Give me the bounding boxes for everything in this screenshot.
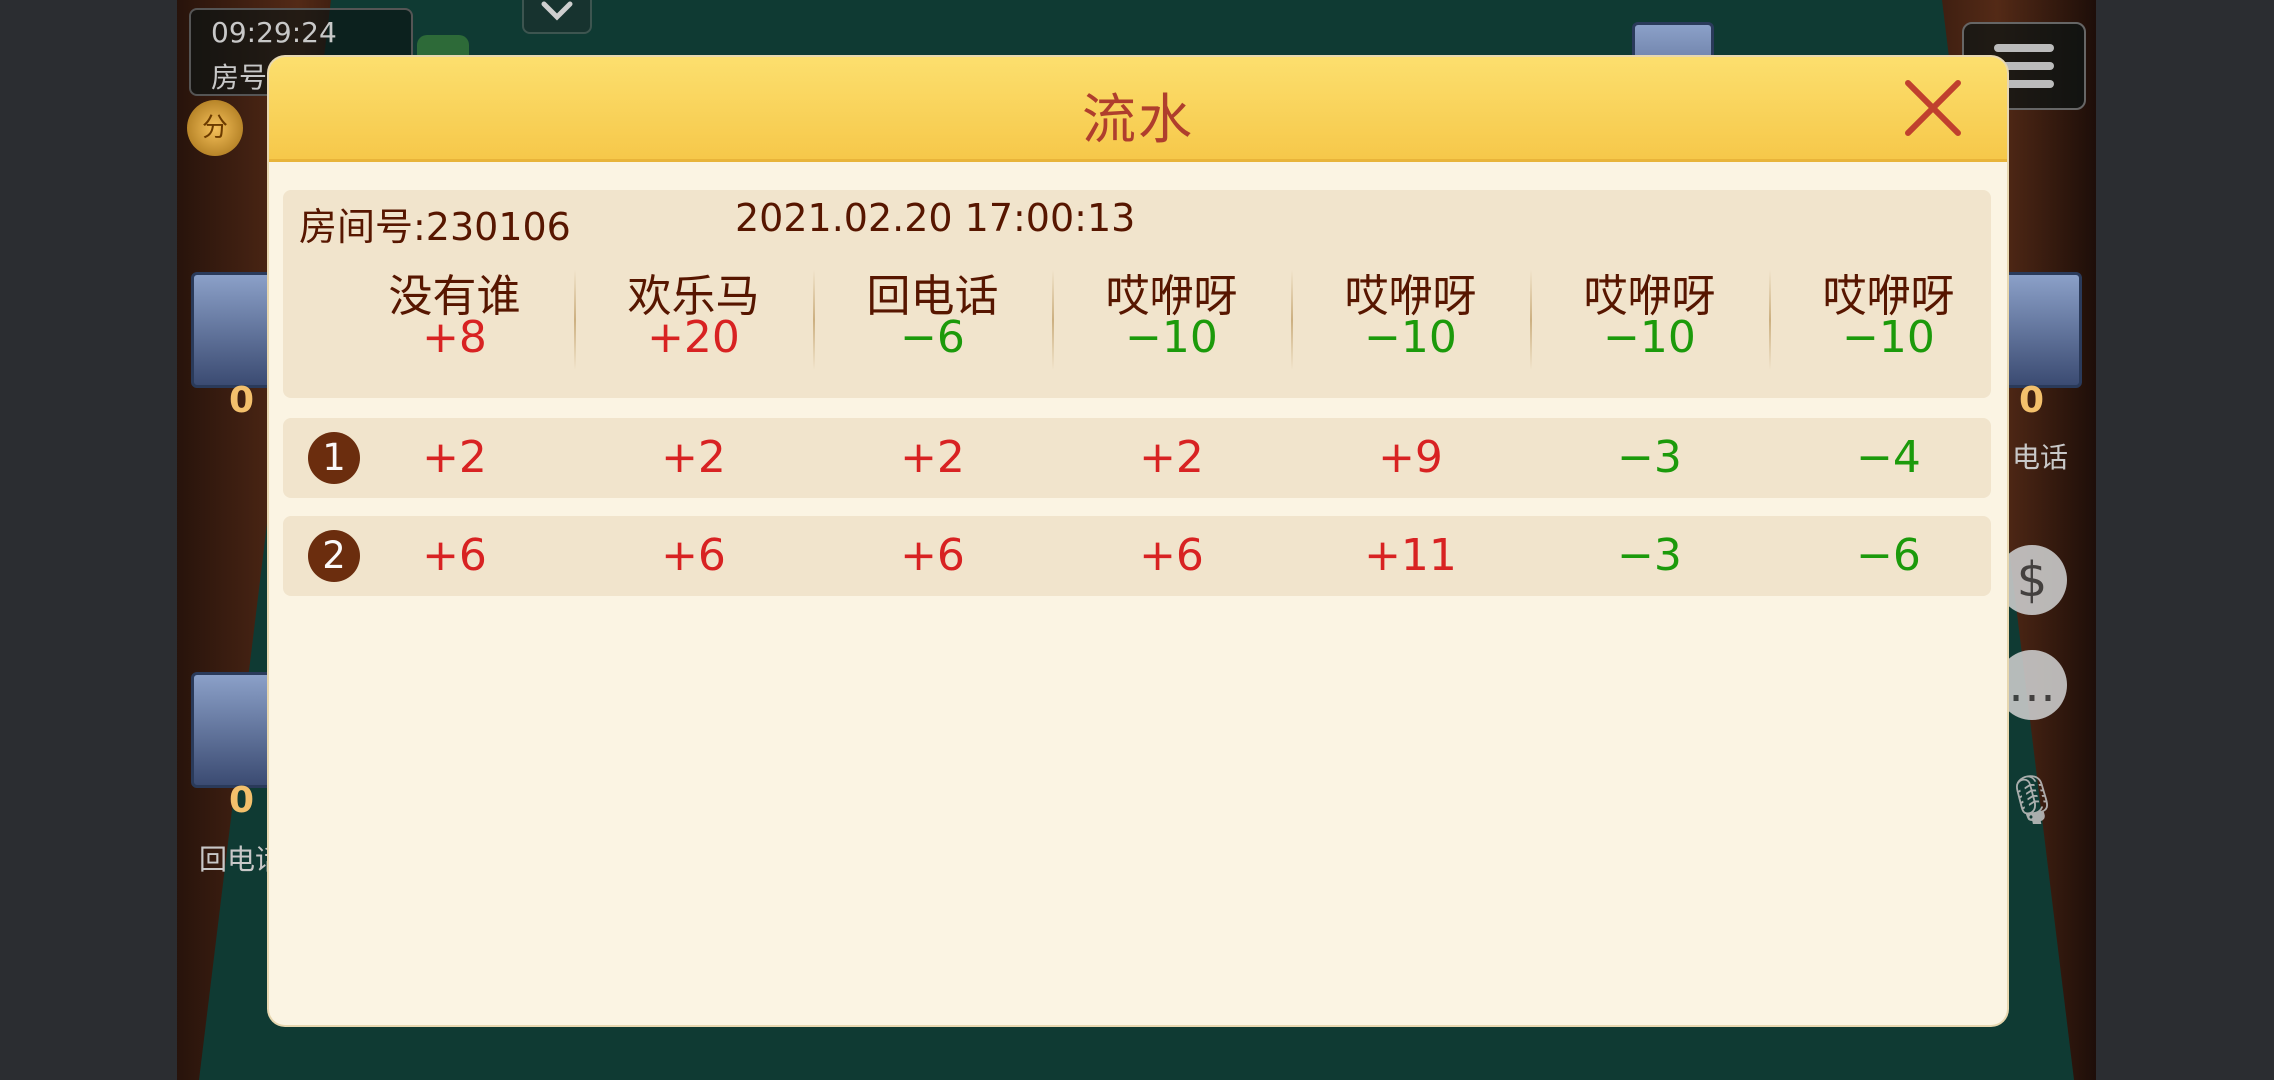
room-label: 房号 <box>211 61 268 94</box>
seat-name-right-1: 电话 <box>2012 441 2069 474</box>
score-flow-dialog: 流水 房间号:230106 2021.02.20 17:00:13 没有谁 +8… <box>269 57 2007 1025</box>
score-coin-icon[interactable]: 分 <box>187 100 243 156</box>
round-score: +2 <box>900 432 965 483</box>
round-score: +6 <box>422 530 487 581</box>
player-total: −10 <box>1603 312 1696 363</box>
dollar-icon[interactable]: $ <box>1997 545 2067 615</box>
player-column: 哎咿呀 −10 <box>1052 260 1291 380</box>
round-score: +11 <box>1364 530 1457 581</box>
seat-score-right-1: 0 <box>2019 380 2045 421</box>
chat-icon[interactable]: … <box>1997 650 2067 720</box>
player-total: −6 <box>900 312 965 363</box>
player-column: 回电话 −6 <box>813 260 1052 380</box>
round-score: +2 <box>422 432 487 483</box>
player-column: 没有谁 +8 <box>335 260 574 380</box>
dialog-title: 流水 <box>1082 88 1194 151</box>
round-score: +6 <box>661 530 726 581</box>
player-column: 哎咿呀 −10 <box>1530 260 1769 380</box>
round-score: −3 <box>1617 530 1682 581</box>
game-datetime: 2021.02.20 17:00:13 <box>735 196 1136 240</box>
clock-time: 09:29:24 <box>211 16 337 49</box>
round-score: +2 <box>661 432 726 483</box>
avatar-right-1[interactable] <box>2000 272 2082 388</box>
seat-score-left-2: 0 <box>229 780 255 821</box>
player-total: +8 <box>422 312 487 363</box>
seat-score-left-1: 0 <box>229 380 255 421</box>
room-number: 房间号:230106 <box>299 205 571 249</box>
dialog-header: 流水 <box>269 57 2007 162</box>
summary-panel: 房间号:230106 2021.02.20 17:00:13 没有谁 +8 欢乐… <box>283 190 1991 398</box>
player-total: −10 <box>1364 312 1457 363</box>
round-row: 2 +6 +6 +6 +6 +11 −3 −6 <box>283 516 1991 596</box>
round-score: −6 <box>1856 530 1921 581</box>
microphone-icon[interactable]: 🎙 <box>1997 765 2067 835</box>
player-column: 欢乐马 +20 <box>574 260 813 380</box>
round-score: −3 <box>1617 432 1682 483</box>
close-icon <box>1905 80 1961 136</box>
player-totals: 没有谁 +8 欢乐马 +20 回电话 −6 哎咿呀 −10 哎咿呀 −10 哎咿… <box>335 260 1991 380</box>
player-total: +20 <box>647 312 740 363</box>
player-column: 哎咿呀 −10 <box>1769 260 2007 380</box>
round-score: −4 <box>1856 432 1921 483</box>
round-row: 1 +2 +2 +2 +2 +9 −3 −4 <box>283 418 1991 498</box>
round-score: +2 <box>1139 432 1204 483</box>
player-column: 哎咿呀 −10 <box>1291 260 1530 380</box>
close-button[interactable] <box>1902 77 1964 139</box>
dropdown-toggle-button[interactable] <box>522 0 592 34</box>
player-total: −10 <box>1125 312 1218 363</box>
round-score: +9 <box>1378 432 1443 483</box>
player-total: −10 <box>1842 312 1935 363</box>
avatar-left-1[interactable] <box>191 272 273 388</box>
round-score: +6 <box>1139 530 1204 581</box>
avatar-left-2[interactable] <box>191 672 273 788</box>
chevron-down-icon <box>541 1 573 21</box>
round-score: +6 <box>900 530 965 581</box>
